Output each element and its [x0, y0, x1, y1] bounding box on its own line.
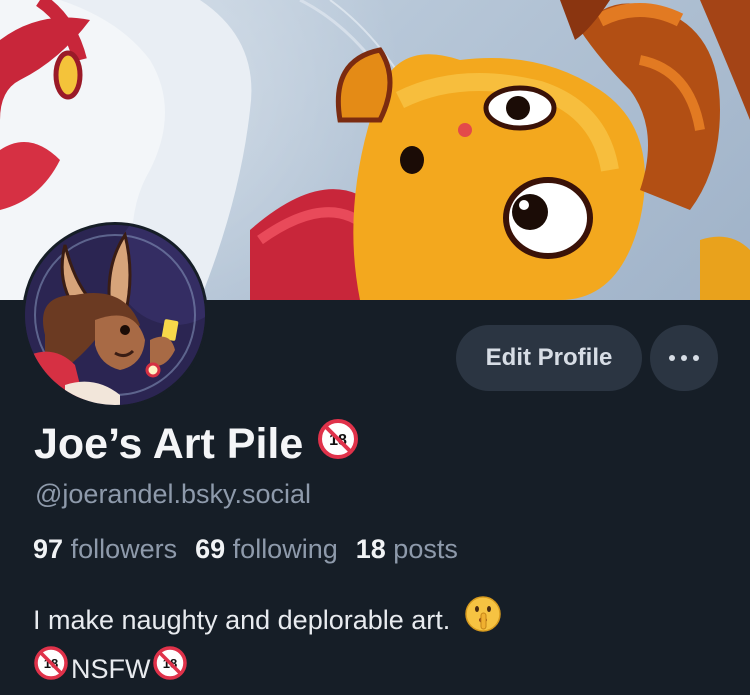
no-under-18-icon: 18	[152, 645, 188, 693]
following-count: 69	[195, 534, 226, 564]
display-name-text: Joe’s Art Pile	[34, 420, 304, 468]
no-under-18-icon: 18	[317, 418, 359, 471]
edit-profile-label: Edit Profile	[485, 344, 613, 371]
shushing-face-emoji	[464, 595, 502, 645]
following-stat[interactable]: 69 following	[195, 534, 338, 565]
followers-label: followers	[70, 534, 178, 564]
following-label: following	[232, 534, 338, 564]
bio-line-2: 18 NSFW 18	[33, 645, 502, 693]
more-options-icon	[669, 355, 699, 361]
edit-profile-button[interactable]: Edit Profile	[456, 325, 642, 391]
no-under-18-icon: 18	[33, 645, 69, 693]
profile-bio: I make naughty and deplorable art. 18 NS…	[33, 595, 502, 693]
bio-text: I make naughty and deplorable art.	[33, 605, 451, 635]
posts-label: posts	[393, 534, 458, 564]
bio-tag-text: NSFW	[71, 654, 151, 684]
posts-stat: 18 posts	[356, 534, 458, 565]
bio-line-1: I make naughty and deplorable art.	[33, 595, 502, 645]
profile-handle: @joerandel.bsky.social	[35, 479, 312, 509]
followers-count: 97	[33, 534, 64, 564]
profile-stats: 97 followers 69 following 18 posts	[33, 534, 458, 565]
avatar[interactable]	[22, 222, 208, 408]
avatar-artwork	[25, 225, 205, 405]
more-options-button[interactable]	[650, 325, 718, 391]
display-name: Joe’s Art Pile 18	[34, 418, 359, 471]
followers-stat[interactable]: 97 followers	[33, 534, 177, 565]
posts-count: 18	[355, 534, 386, 564]
